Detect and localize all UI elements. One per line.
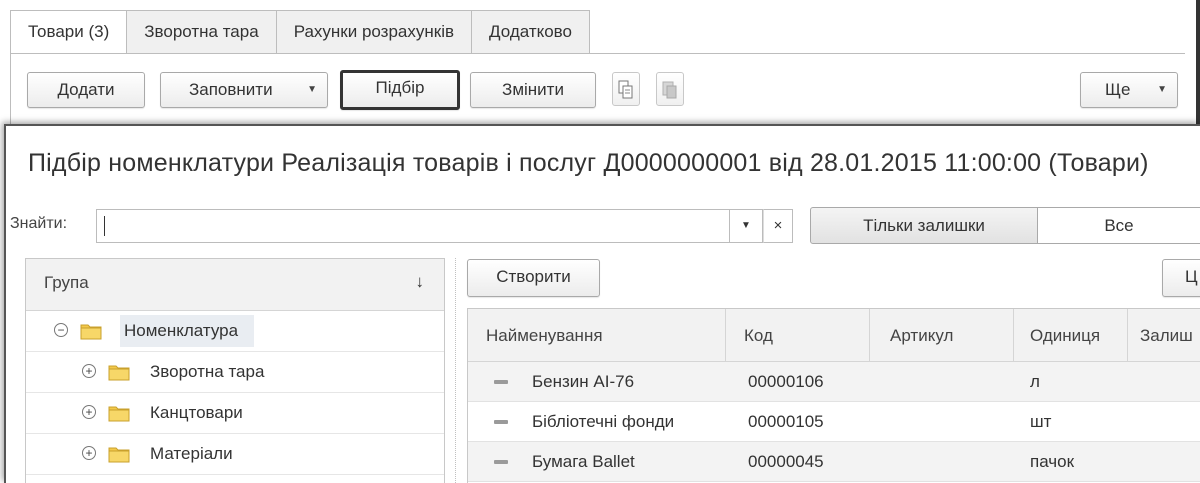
chevron-down-icon: ▼	[307, 84, 317, 95]
column-header-unit[interactable]: Одиниця	[1014, 309, 1128, 362]
more-button[interactable]: Ще ▼	[1080, 72, 1178, 108]
panel-splitter[interactable]	[455, 258, 456, 483]
cell-unit: пачок	[1030, 452, 1075, 471]
table-header: Найменування Код Артикул Одиниця Залиш	[468, 309, 1200, 362]
tree-item-materials[interactable]: + Матеріали	[26, 434, 444, 475]
cell-article	[890, 442, 1010, 482]
pick-button[interactable]: Підбір	[340, 70, 460, 110]
search-input[interactable]	[96, 209, 730, 243]
sort-arrow-icon: ↓	[415, 272, 425, 291]
table-row[interactable]: Бібліотечні фонди 00000105 шт	[468, 402, 1200, 442]
tree-item-label: Канцтовари	[150, 403, 243, 422]
close-icon: ×	[773, 217, 783, 234]
tree-item-label: Номенклатура	[124, 321, 239, 340]
item-icon	[494, 460, 508, 464]
clipped-button-label: Ц	[1185, 267, 1198, 286]
text-caret	[104, 216, 105, 236]
cell-code: 00000105	[748, 412, 824, 431]
paste-icon	[662, 81, 677, 99]
cell-code: 00000045	[748, 452, 824, 471]
tree-item-stationery[interactable]: + Канцтовари	[26, 393, 444, 434]
change-button[interactable]: Змінити	[470, 72, 596, 108]
copy-rows-button[interactable]	[612, 72, 640, 106]
group-tree-header[interactable]: Група ↓	[26, 259, 444, 311]
create-button[interactable]: Створити	[467, 259, 600, 297]
cell-name: Бензин АІ-76	[532, 372, 635, 391]
add-button-label: Додати	[57, 80, 115, 99]
cell-unit: шт	[1030, 412, 1052, 431]
folder-icon	[80, 324, 102, 340]
goods-table: Найменування Код Артикул Одиниця Залиш Б…	[467, 308, 1200, 483]
column-header-remains[interactable]: Залиш	[1128, 309, 1200, 362]
expand-icon[interactable]: +	[82, 405, 96, 419]
tab-returnable-packaging[interactable]: Зворотна тара	[127, 10, 277, 54]
tree-item-nomenclature[interactable]: − Номенклатура	[26, 311, 444, 352]
create-button-label: Створити	[496, 267, 571, 286]
chevron-down-icon: ▼	[1157, 84, 1167, 95]
fill-button[interactable]: Заповнити ▼	[160, 72, 328, 108]
cell-article	[890, 402, 1010, 442]
cell-article	[890, 362, 1010, 402]
pick-button-label: Підбір	[375, 78, 425, 97]
fill-button-label: Заповнити	[189, 80, 273, 99]
cell-name: Бумага Ballet	[532, 452, 635, 471]
column-header-name[interactable]: Найменування	[468, 309, 726, 362]
collapse-icon[interactable]: −	[54, 323, 68, 337]
expand-icon[interactable]: +	[82, 364, 96, 378]
table-row[interactable]: Бумага Ballet 00000045 пачок	[468, 442, 1200, 482]
folder-icon	[108, 447, 130, 463]
document-tabs: Товари (3) Зворотна тара Рахунки розраху…	[10, 10, 590, 54]
find-label: Знайти:	[10, 215, 68, 232]
group-tree: Група ↓ − Номенклатура + Зворотна тара +…	[25, 258, 445, 483]
cell-code: 00000106	[748, 372, 824, 391]
tree-item-returnable-packaging[interactable]: + Зворотна тара	[26, 352, 444, 393]
column-header-article[interactable]: Артикул	[870, 309, 1014, 362]
all-filter-button[interactable]: Все	[1037, 207, 1200, 244]
more-button-label: Ще	[1105, 80, 1131, 99]
chevron-down-icon: ▼	[741, 220, 751, 231]
expand-icon[interactable]: +	[82, 446, 96, 460]
dialog-title: Підбір номенклатури Реалізація товарів і…	[28, 149, 1149, 177]
cell-name: Бібліотечні фонди	[532, 412, 675, 431]
add-button[interactable]: Додати	[27, 72, 145, 108]
tree-item-label: Зворотна тара	[150, 362, 265, 381]
item-icon	[494, 420, 508, 424]
search-clear-button[interactable]: ×	[763, 209, 793, 243]
column-header-code[interactable]: Код	[726, 309, 870, 362]
search-history-dropdown[interactable]: ▼	[730, 209, 763, 243]
tab-settlement-accounts[interactable]: Рахунки розрахунків	[276, 10, 473, 54]
document-form: Товари (3) Зворотна тара Рахунки розраху…	[0, 0, 1200, 130]
only-remains-filter-button[interactable]: Тільки залишки	[810, 207, 1038, 244]
table-row[interactable]: Бензин АІ-76 00000106 л	[468, 362, 1200, 402]
paste-rows-button[interactable]	[656, 72, 684, 106]
tab-additional[interactable]: Додатково	[472, 10, 590, 54]
clipped-toolbar-button[interactable]: Ц	[1162, 259, 1200, 297]
group-column-header: Група	[44, 273, 89, 292]
copy-icon	[618, 80, 633, 99]
tree-item-label: Матеріали	[150, 444, 233, 463]
folder-icon	[108, 406, 130, 422]
change-button-label: Змінити	[502, 80, 564, 99]
cell-unit: л	[1030, 372, 1040, 391]
item-icon	[494, 380, 508, 384]
tab-goods[interactable]: Товари (3)	[10, 10, 128, 54]
folder-icon	[108, 365, 130, 381]
